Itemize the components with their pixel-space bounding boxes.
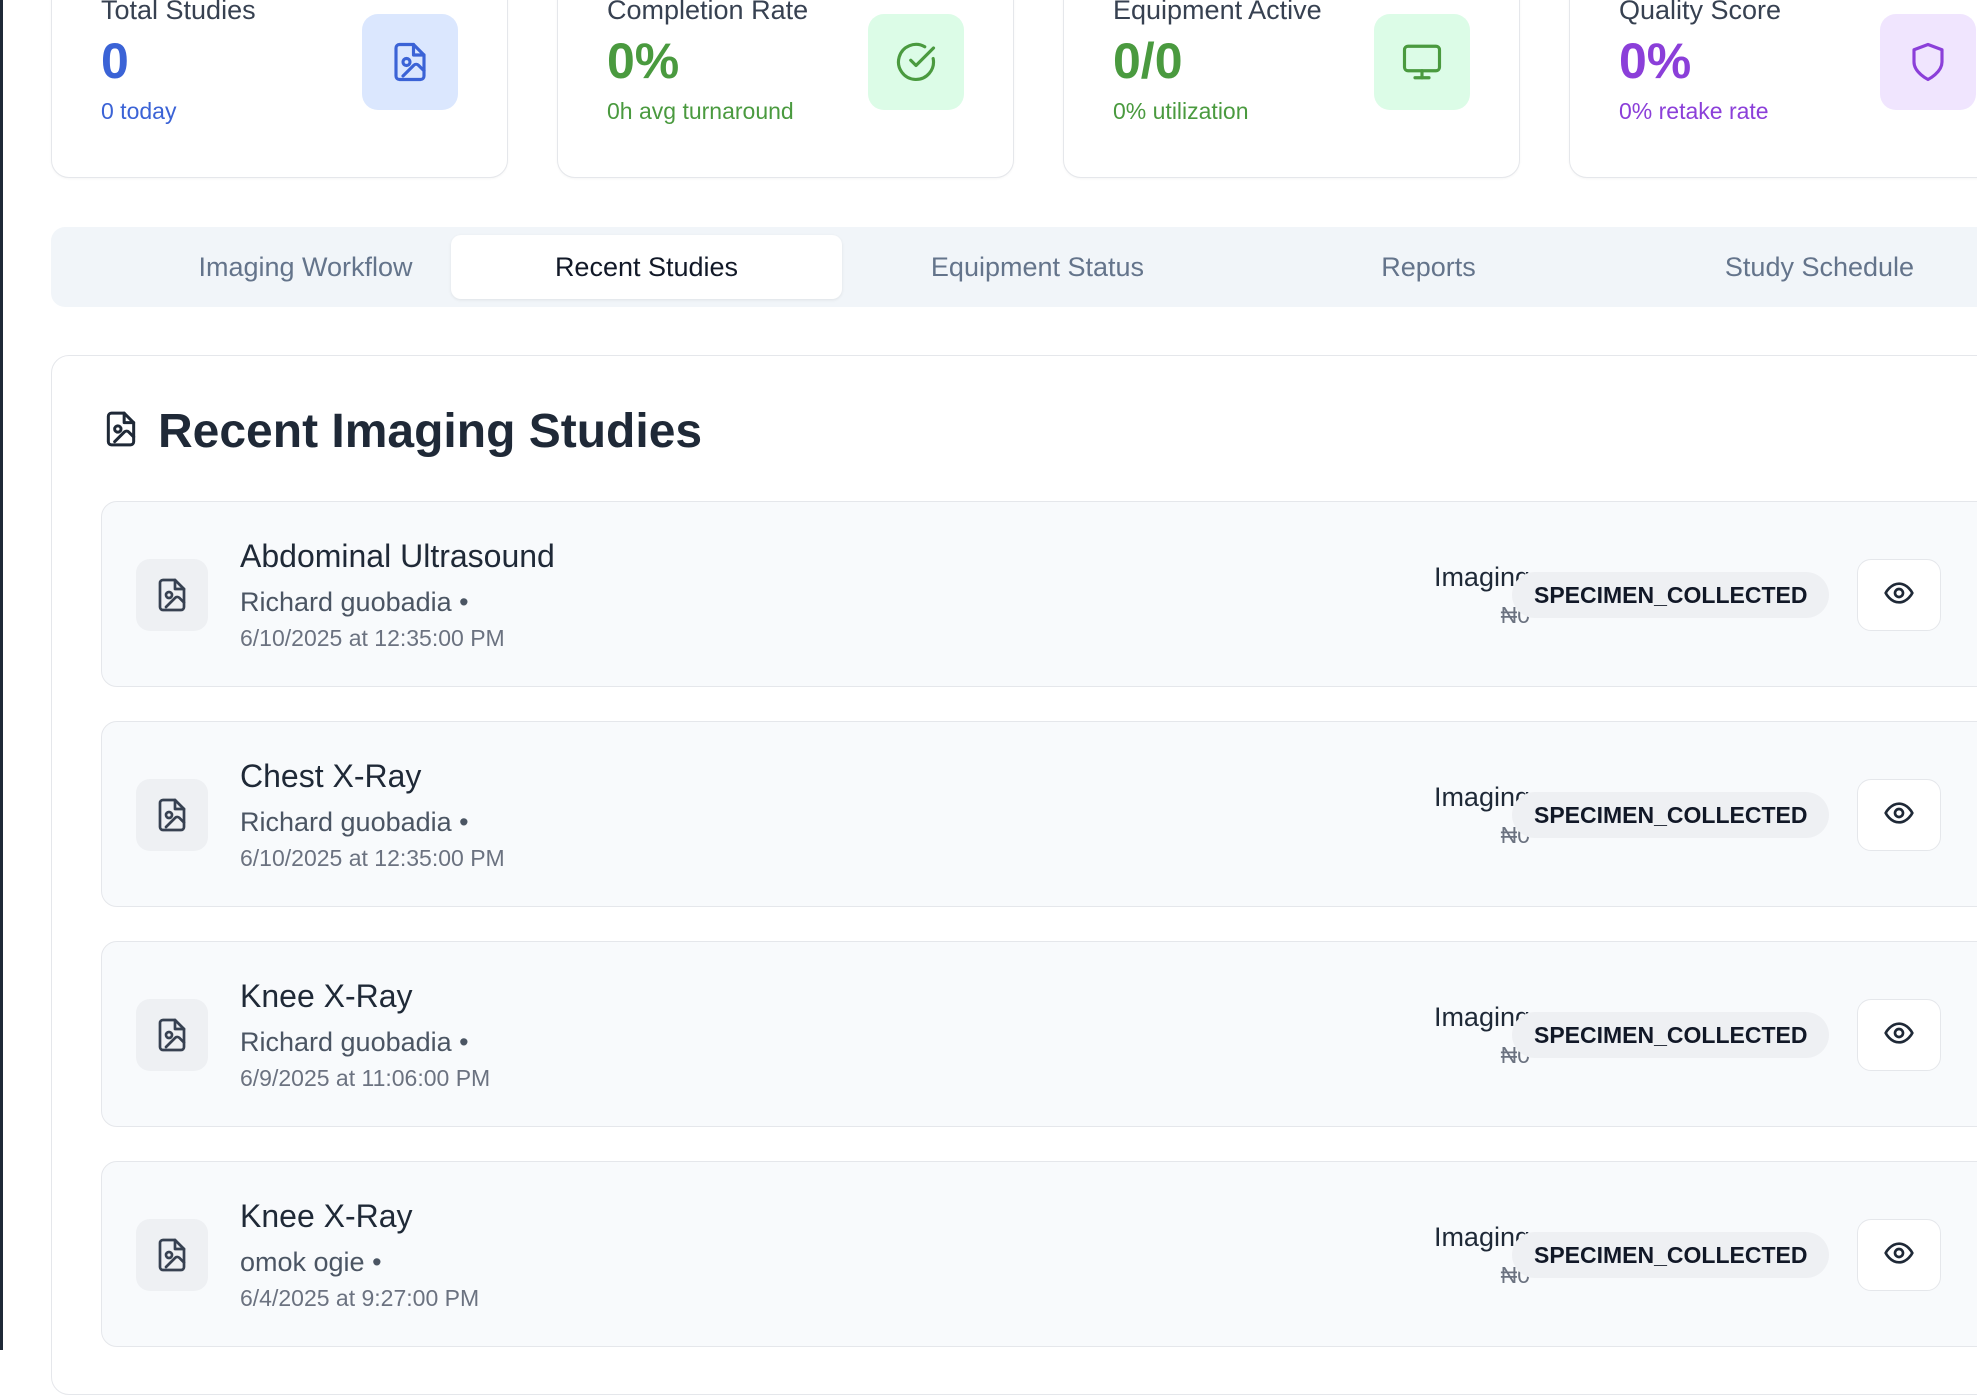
view-study-button[interactable] — [1857, 779, 1941, 851]
view-study-button[interactable] — [1857, 999, 1941, 1071]
study-row: Abdominal Ultrasound Richard guobadia • … — [101, 501, 1977, 687]
tab-imaging-workflow[interactable]: Imaging Workflow — [110, 235, 501, 299]
study-name: Abdominal Ultrasound — [240, 538, 555, 574]
study-patient: omok ogie • — [240, 1247, 382, 1277]
stat-card-quality-score: Quality Score 0% 0% retake rate — [1569, 0, 1977, 178]
tab-study-schedule[interactable]: Study Schedule — [1624, 235, 1977, 299]
tab-bar: Imaging Workflow Recent Studies Equipmen… — [51, 227, 1977, 307]
stat-value: 0% — [1619, 33, 1692, 89]
study-patient: Richard guobadia • — [240, 587, 469, 617]
stat-label: Equipment Active — [1113, 0, 1322, 25]
tab-equipment-status[interactable]: Equipment Status — [842, 235, 1233, 299]
study-date: 6/4/2025 at 9:27:00 PM — [240, 1285, 480, 1311]
eye-icon — [1883, 1237, 1915, 1274]
study-date: 6/10/2025 at 12:35:00 PM — [240, 845, 505, 871]
file-image-icon — [136, 779, 208, 851]
study-patient: Richard guobadia • — [240, 807, 469, 837]
stat-subtext: 0% retake rate — [1619, 98, 1769, 124]
stat-card-completion-rate: Completion Rate 0% 0h avg turnaround — [557, 0, 1014, 178]
study-date: 6/9/2025 at 11:06:00 PM — [240, 1065, 491, 1091]
stat-value: 0/0 — [1113, 33, 1183, 89]
eye-icon — [1883, 797, 1915, 834]
stat-value: 0% — [607, 33, 680, 89]
study-date: 6/10/2025 at 12:35:00 PM — [240, 625, 505, 651]
eye-icon — [1883, 1017, 1915, 1054]
tab-recent-studies[interactable]: Recent Studies — [451, 235, 842, 299]
recent-studies-panel: Recent Imaging Studies Abdominal Ultraso… — [51, 355, 1977, 1395]
file-image-icon — [136, 999, 208, 1071]
status-badge: SPECIMEN_COLLECTED — [1512, 792, 1830, 838]
shield-icon — [1880, 14, 1976, 110]
study-row: Knee X-Ray omok ogie • 6/4/2025 at 9:27:… — [101, 1161, 1977, 1347]
stat-label: Total Studies — [101, 0, 256, 25]
study-name: Knee X-Ray — [240, 1198, 413, 1234]
file-image-icon — [136, 559, 208, 631]
stats-row: Total Studies 0 0 today Completion Rate … — [0, 0, 1977, 180]
panel-header: Recent Imaging Studies — [102, 401, 702, 461]
stat-subtext: 0h avg turnaround — [607, 98, 794, 124]
file-image-icon — [362, 14, 458, 110]
stat-card-equipment-active: Equipment Active 0/0 0% utilization — [1063, 0, 1520, 178]
study-name: Chest X-Ray — [240, 758, 422, 794]
view-study-button[interactable] — [1857, 559, 1941, 631]
stat-label: Completion Rate — [607, 0, 809, 25]
stat-card-total-studies: Total Studies 0 0 today — [51, 0, 508, 178]
status-badge: SPECIMEN_COLLECTED — [1512, 572, 1830, 618]
eye-icon — [1883, 577, 1915, 614]
status-badge: SPECIMEN_COLLECTED — [1512, 1012, 1830, 1058]
check-circle-icon — [868, 14, 964, 110]
monitor-icon — [1374, 14, 1470, 110]
study-row: Chest X-Ray Richard guobadia • 6/10/2025… — [101, 721, 1977, 907]
file-image-icon — [102, 410, 140, 453]
stat-value: 0 — [101, 33, 129, 89]
window-edge — [0, 0, 3, 1350]
status-badge: SPECIMEN_COLLECTED — [1512, 1232, 1830, 1278]
stat-subtext: 0% utilization — [1113, 98, 1249, 124]
tab-reports[interactable]: Reports — [1233, 235, 1624, 299]
study-name: Knee X-Ray — [240, 978, 413, 1014]
view-study-button[interactable] — [1857, 1219, 1941, 1291]
study-row: Knee X-Ray Richard guobadia • 6/9/2025 a… — [101, 941, 1977, 1127]
study-patient: Richard guobadia • — [240, 1027, 469, 1057]
panel-title: Recent Imaging Studies — [158, 404, 703, 458]
file-image-icon — [136, 1219, 208, 1291]
stat-label: Quality Score — [1619, 0, 1782, 25]
stat-subtext: 0 today — [101, 98, 177, 124]
